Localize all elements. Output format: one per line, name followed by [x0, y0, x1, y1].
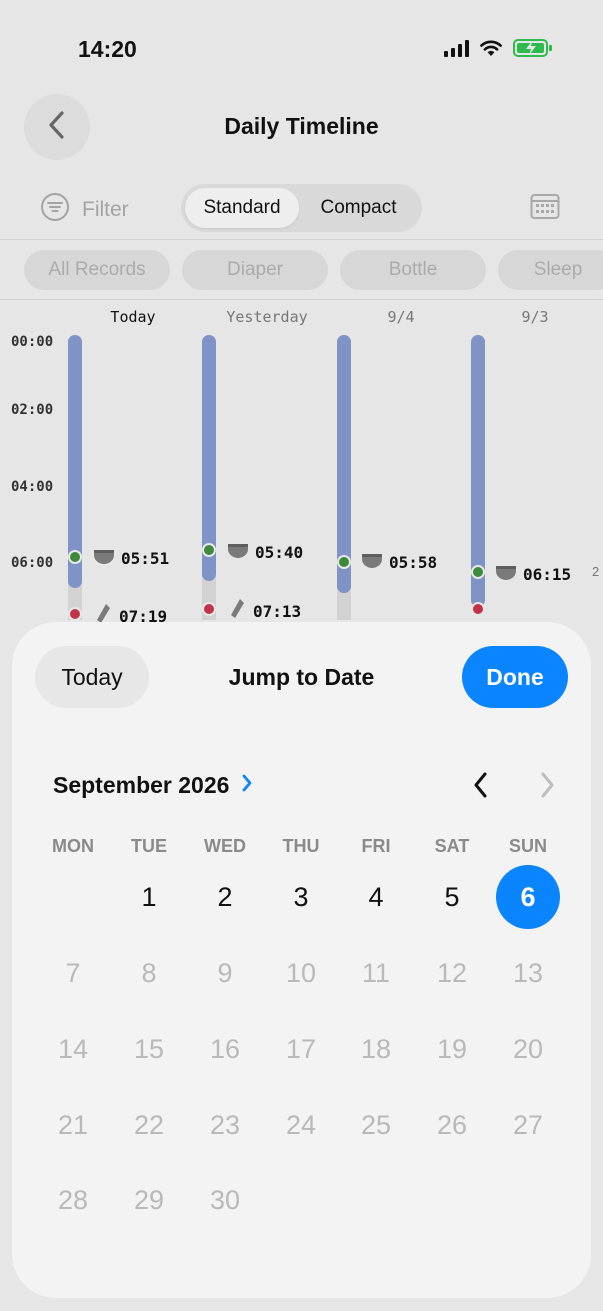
date-cell: 30 — [209, 1184, 241, 1215]
hour-label: 04:00 — [11, 479, 54, 495]
hour-label: 00:00 — [11, 334, 54, 350]
date-cell[interactable]: 2 — [193, 865, 257, 929]
weekday-label: SUN — [508, 836, 547, 856]
diaper-dot — [68, 550, 82, 564]
edge-value: 2 — [592, 564, 600, 579]
date-cell: 10 — [285, 957, 317, 988]
date-cell: 15 — [133, 1033, 165, 1064]
date-cell: 29 — [133, 1184, 165, 1215]
status-icons — [444, 38, 553, 58]
date-cell: 28 — [57, 1184, 89, 1215]
diaper-dot — [202, 543, 216, 557]
weekday-label: WED — [204, 836, 246, 856]
weekday-label: FRI — [361, 836, 391, 856]
event-time: 05:58 — [389, 552, 438, 572]
day-header-9-4: 9/4 — [387, 308, 415, 326]
date-cell: 16 — [209, 1033, 241, 1064]
diaper-dot — [471, 565, 485, 579]
chip-sleep[interactable]: Sleep — [498, 250, 603, 290]
date-picker-sheet: Today Jump to Date Done September 2026 M… — [12, 622, 591, 1298]
date-cell[interactable]: 1 — [117, 865, 181, 929]
day-header-yesterday: Yesterday — [226, 308, 308, 326]
category-chips: All Records Diaper Bottle Sleep — [24, 250, 603, 290]
date-cell[interactable]: 5 — [420, 865, 484, 929]
date-cell: 22 — [133, 1109, 165, 1140]
date-cell: 19 — [436, 1033, 468, 1064]
chip-all-records[interactable]: All Records — [24, 250, 170, 290]
wifi-icon — [479, 39, 503, 57]
diaper-icon — [93, 547, 115, 569]
done-button[interactable]: Done — [462, 646, 568, 708]
bottle-dot — [471, 602, 485, 616]
bottle-dot — [202, 602, 216, 616]
date-cell: 12 — [436, 957, 468, 988]
segment-compact[interactable]: Compact — [299, 188, 418, 228]
date-cell: 14 — [57, 1033, 89, 1064]
hour-label: 06:00 — [11, 555, 54, 571]
date-cell: 21 — [57, 1109, 89, 1140]
date-cell: 17 — [285, 1033, 317, 1064]
previous-month-button[interactable] — [470, 770, 492, 805]
diaper-icon — [361, 551, 383, 573]
status-bar: 14:20 — [0, 0, 603, 90]
view-mode-segmented-control: Standard Compact — [181, 184, 422, 232]
day-header-9-3: 9/3 — [521, 308, 549, 326]
cellular-signal-icon — [444, 39, 469, 57]
timeline-event[interactable]: 05:58 — [361, 551, 437, 573]
date-cell-selected[interactable]: 6 — [496, 865, 560, 929]
filter-icon — [40, 192, 70, 228]
calendar-icon — [530, 194, 560, 224]
chip-diaper[interactable]: Diaper — [182, 250, 328, 290]
date-cell: 24 — [285, 1109, 317, 1140]
chevron-left-icon — [470, 772, 492, 804]
date-cell: 8 — [141, 957, 157, 988]
next-month-button[interactable] — [536, 770, 558, 805]
date-cell: 23 — [209, 1109, 241, 1140]
timeline-event[interactable]: 05:40 — [227, 541, 303, 563]
filter-label: Filter — [82, 198, 129, 221]
weekday-label: TUE — [131, 836, 167, 856]
diaper-icon — [495, 563, 517, 585]
bottle-dot — [68, 607, 82, 621]
diaper-icon — [227, 541, 249, 563]
event-time: 06:15 — [523, 564, 572, 584]
timeline-event[interactable]: 07:13 — [229, 598, 301, 624]
filter-button[interactable]: Filter — [40, 192, 129, 228]
date-cell: 11 — [361, 957, 391, 988]
chevron-right-icon — [241, 772, 253, 799]
divider — [0, 239, 603, 240]
segment-standard[interactable]: Standard — [185, 188, 299, 228]
diaper-dot — [337, 555, 351, 569]
month-year-label: September 2026 — [53, 772, 230, 798]
event-time: 05:40 — [255, 542, 304, 562]
date-cell: 13 — [512, 957, 544, 988]
date-cell: 9 — [217, 957, 233, 988]
timeline-event[interactable]: 06:15 — [495, 563, 571, 585]
date-cell: 7 — [65, 957, 81, 988]
bottle-icon — [229, 598, 247, 624]
chevron-right-icon — [536, 772, 558, 804]
date-cell: 25 — [360, 1109, 392, 1140]
date-cell: 18 — [360, 1033, 392, 1064]
timeline-event[interactable]: 05:51 — [93, 547, 169, 569]
calendar-button[interactable] — [530, 192, 560, 225]
weekday-label: SAT — [434, 836, 470, 856]
date-cell: 27 — [512, 1109, 544, 1140]
day-header-today: Today — [110, 308, 156, 326]
date-cell[interactable]: 3 — [269, 865, 333, 929]
date-cell: 20 — [512, 1033, 544, 1064]
date-cell[interactable]: 4 — [344, 865, 408, 929]
weekday-label: THU — [282, 836, 320, 856]
weekday-label: MON — [52, 836, 94, 856]
chip-bottle[interactable]: Bottle — [340, 250, 486, 290]
page-title: Daily Timeline — [224, 113, 379, 139]
battery-charging-icon — [513, 38, 553, 58]
status-time: 14:20 — [78, 36, 137, 62]
timeline: Today Yesterday 9/4 9/3 00:00 02:00 04:0… — [0, 300, 603, 630]
month-selector[interactable]: September 2026 — [53, 772, 253, 799]
event-time: 07:13 — [253, 601, 302, 621]
hour-label: 02:00 — [11, 402, 54, 418]
date-cell: 26 — [436, 1109, 468, 1140]
event-time: 05:51 — [121, 548, 170, 568]
